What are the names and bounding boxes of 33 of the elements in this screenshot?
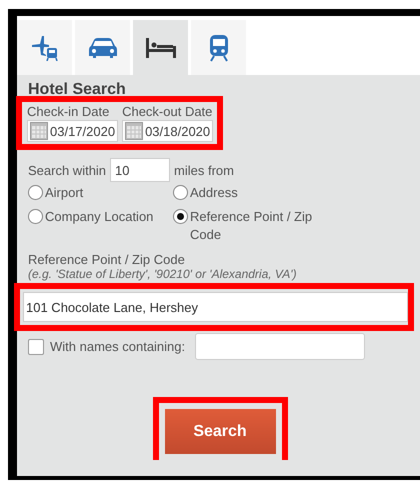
date-field[interactable]: 03/18/2020 [122, 120, 214, 142]
field-hint: (e.g. 'Statue of Liberty', '90210' or 'Alexandria, VA') [28, 267, 298, 281]
tab[interactable] [191, 20, 246, 75]
name-field[interactable] [195, 333, 366, 360]
date-field[interactable]: 03/17/2020 [27, 120, 118, 142]
radio-label[interactable]: Company Location [45, 208, 154, 226]
radio-button[interactable] [173, 209, 188, 224]
radio-button[interactable] [28, 209, 43, 224]
tab[interactable] [75, 20, 130, 75]
field-label: Check-out Date [122, 104, 214, 119]
checkbox[interactable] [28, 338, 44, 354]
form-title: Hotel Search [28, 81, 127, 99]
tab[interactable] [17, 20, 72, 75]
calendar-icon [30, 122, 48, 140]
address-field[interactable]: 101 Chocolate Lane, Hershey [23, 292, 408, 322]
search-button[interactable]: Search [164, 409, 276, 454]
calendar-icon [125, 122, 144, 140]
radio-button[interactable] [28, 185, 43, 200]
radio-button[interactable] [173, 185, 188, 200]
car-icon [88, 36, 118, 58]
bed-icon [144, 36, 176, 58]
radio-label[interactable]: Reference Point / Zip Code [190, 208, 318, 244]
radio-label[interactable]: Address [190, 184, 238, 202]
distance-field[interactable]: 10 [110, 158, 170, 182]
field-label: Search within [28, 162, 106, 178]
radio-label[interactable]: Airport [45, 184, 84, 202]
checkbox-label[interactable]: With names containing: [50, 339, 186, 354]
field-label: miles from [174, 162, 234, 178]
field-label: Check-in Date [27, 104, 110, 119]
tab[interactable] [133, 20, 188, 75]
train-icon [208, 34, 230, 62]
field-label: Reference Point / Zip Code [28, 252, 186, 267]
plane-train-icon [30, 34, 60, 60]
